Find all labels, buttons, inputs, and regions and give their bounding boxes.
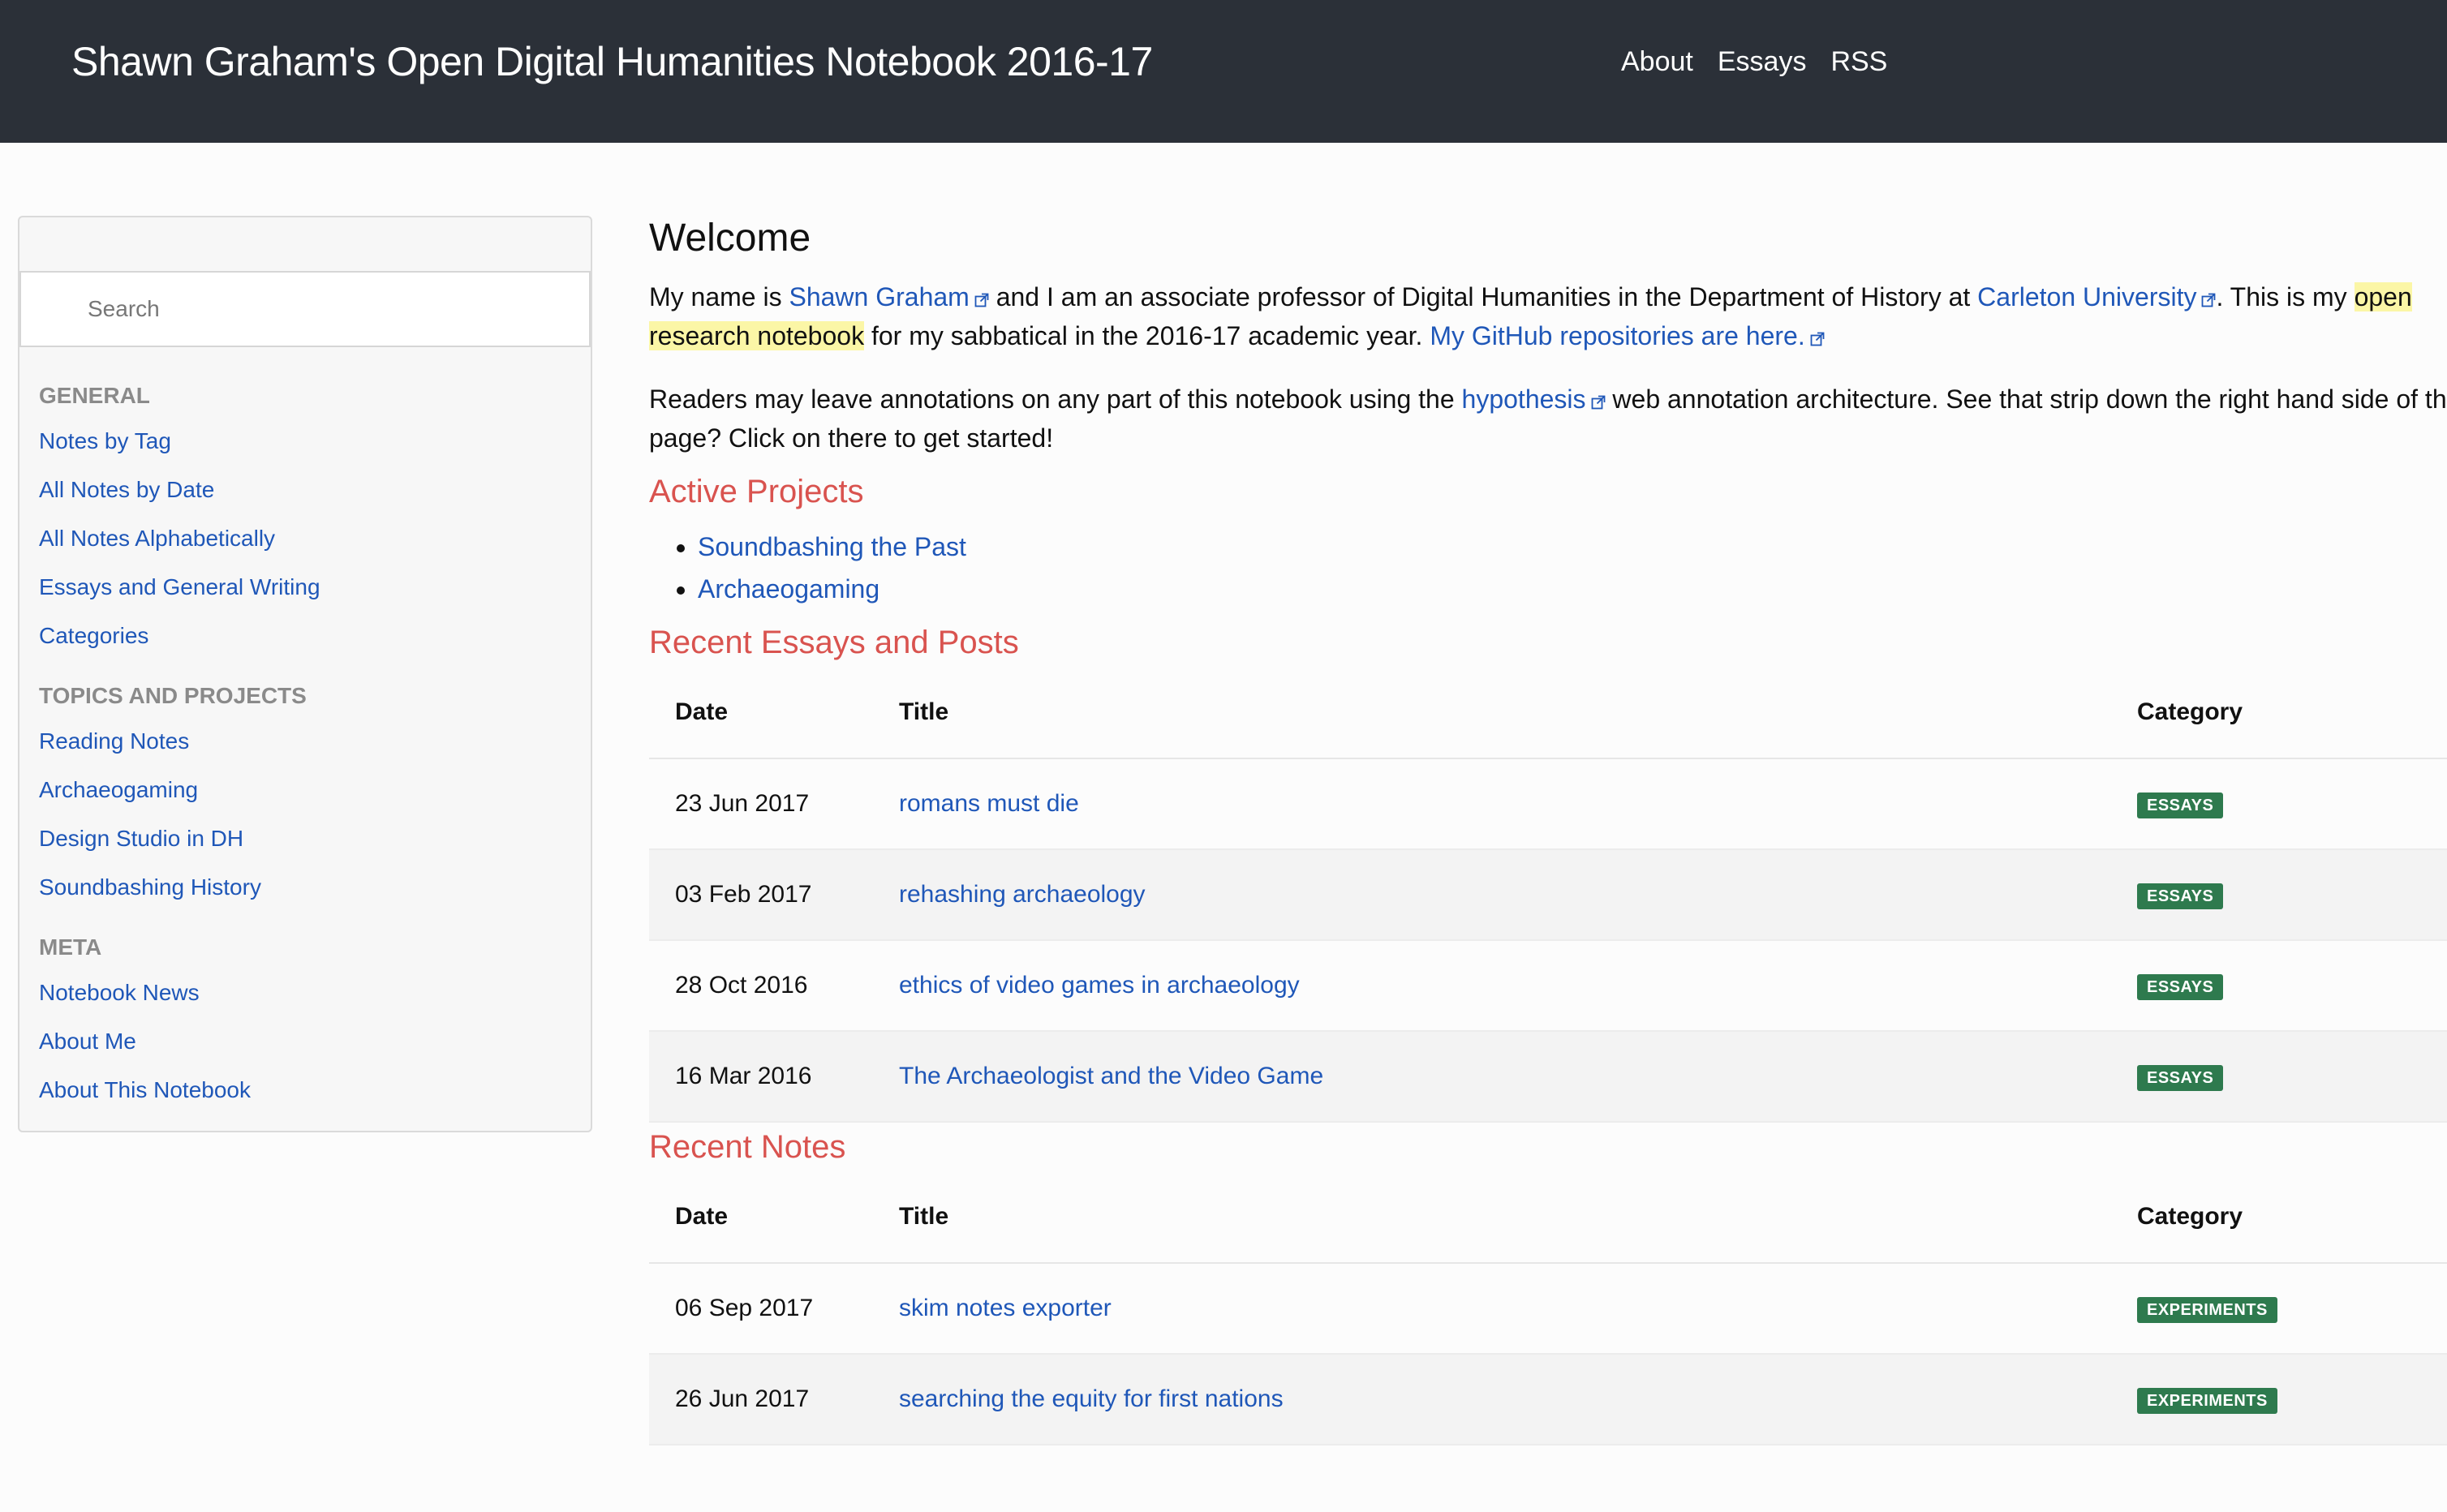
post-date: 23 Jun 2017	[649, 758, 873, 850]
category-badge[interactable]: EXPERIMENTS	[2137, 1388, 2277, 1414]
column-header-date: Date	[649, 667, 873, 759]
post-date: 16 Mar 2016	[649, 1031, 873, 1123]
sidebar-item-all-notes-alphabetically[interactable]: All Notes Alphabetically	[39, 522, 574, 555]
site-title[interactable]: Shawn Graham's Open Digital Humanities N…	[71, 36, 1153, 88]
post-date: 03 Feb 2017	[649, 849, 873, 941]
sidebar-section-header: GENERAL	[39, 383, 150, 408]
post-title-link[interactable]: The Archaeologist and the Video Game	[899, 1063, 1323, 1089]
column-header-title: Title	[873, 1171, 2111, 1264]
external-link-icon	[974, 293, 989, 307]
annotation-paragraph-line-2: page? Click on there to get started!	[649, 423, 1054, 453]
sidebar-item-essays-and-general-writing[interactable]: Essays and General Writing	[39, 571, 574, 604]
note-title-link[interactable]: searching the equity for first nations	[899, 1385, 1284, 1412]
nav-links: About Essays RSS	[1621, 42, 1887, 81]
sidebar-item-design-studio-in-dh[interactable]: Design Studio in DH	[39, 823, 574, 855]
recent-notes-heading: Recent Notes	[649, 1129, 846, 1165]
search-input[interactable]	[21, 273, 589, 346]
sidebar-item-categories[interactable]: Categories	[39, 620, 574, 652]
table-row: 26 Jun 2017 searching the equity for fir…	[649, 1354, 2447, 1445]
recent-essays-table: Date Title Category 23 Jun 2017 romans m…	[649, 667, 2447, 1123]
search-box	[19, 271, 591, 347]
post-title-link[interactable]: romans must die	[899, 790, 1079, 817]
sidebar-item-notes-by-tag[interactable]: Notes by Tag	[39, 425, 574, 457]
recent-notes-table: Date Title Category 06 Sep 2017 skim not…	[649, 1171, 2447, 1445]
category-badge[interactable]: ESSAYS	[2137, 883, 2224, 909]
note-title-link[interactable]: skim notes exporter	[899, 1295, 1112, 1321]
nav-link-rss[interactable]: RSS	[1830, 42, 1887, 81]
table-header-row: Date Title Category	[649, 1171, 2447, 1264]
nav-link-essays[interactable]: Essays	[1718, 42, 1807, 81]
table-row: 23 Jun 2017 romans must die ESSAYS	[649, 758, 2447, 850]
hypothesis-link[interactable]: hypothesis	[1462, 384, 1606, 414]
external-link-icon	[1810, 332, 1825, 346]
category-badge[interactable]: EXPERIMENTS	[2137, 1297, 2277, 1323]
highlighted-text: open	[2354, 282, 2412, 311]
sidebar-item-about-me[interactable]: About Me	[39, 1025, 574, 1058]
active-projects-list: Soundbashing the Past Archaeogaming	[649, 526, 2447, 610]
sidebar-item-reading-notes[interactable]: Reading Notes	[39, 725, 574, 758]
project-link-archaeogaming[interactable]: Archaeogaming	[698, 574, 879, 604]
category-badge[interactable]: ESSAYS	[2137, 1065, 2224, 1091]
sidebar-section-header: TOPICS AND PROJECTS	[39, 683, 307, 708]
sidebar-item-all-notes-by-date[interactable]: All Notes by Date	[39, 474, 574, 506]
column-header-date: Date	[649, 1171, 873, 1264]
intro-paragraph: My name is Shawn Graham and I am an asso…	[649, 282, 2412, 311]
sidebar-item-about-this-notebook[interactable]: About This Notebook	[39, 1074, 574, 1106]
column-header-title: Title	[873, 667, 2111, 759]
external-link-icon	[1591, 395, 1605, 410]
column-header-category: Category	[2111, 667, 2447, 759]
external-link-icon	[2202, 293, 2216, 307]
sidebar-item-soundbashing-history[interactable]: Soundbashing History	[39, 871, 574, 904]
note-date: 06 Sep 2017	[649, 1263, 873, 1355]
note-date: 26 Jun 2017	[649, 1354, 873, 1445]
project-link-soundbashing[interactable]: Soundbashing the Past	[698, 532, 966, 561]
github-repositories-link[interactable]: My GitHub repositories are here.	[1430, 321, 1825, 350]
sidebar: GENERAL Notes by Tag All Notes by Date A…	[18, 216, 592, 1132]
table-row: 16 Mar 2016 The Archaeologist and the Vi…	[649, 1031, 2447, 1123]
list-item: Soundbashing the Past	[698, 526, 2447, 568]
table-row: 03 Feb 2017 rehashing archaeology ESSAYS	[649, 849, 2447, 941]
column-header-category: Category	[2111, 1171, 2447, 1264]
nav-link-about[interactable]: About	[1621, 42, 1693, 81]
category-badge[interactable]: ESSAYS	[2137, 793, 2224, 818]
carleton-university-link[interactable]: Carleton University	[1977, 282, 2216, 311]
post-title-link[interactable]: ethics of video games in archaeology	[899, 972, 1300, 999]
table-header-row: Date Title Category	[649, 667, 2447, 759]
intro-paragraph-line-2: research notebook for my sabbatical in t…	[649, 316, 2447, 355]
recent-essays-heading: Recent Essays and Posts	[649, 625, 1019, 660]
list-item: Archaeogaming	[698, 568, 2447, 610]
table-row: 28 Oct 2016 ethics of video games in arc…	[649, 940, 2447, 1032]
main-content: Welcome My name is Shawn Graham and I am…	[649, 209, 2447, 1445]
table-row: 06 Sep 2017 skim notes exporter EXPERIME…	[649, 1263, 2447, 1355]
post-title-link[interactable]: rehashing archaeology	[899, 881, 1146, 908]
active-projects-heading: Active Projects	[649, 474, 864, 509]
page-title: Welcome	[649, 217, 811, 260]
shawn-graham-link[interactable]: Shawn Graham	[789, 282, 989, 311]
top-navbar: Shawn Graham's Open Digital Humanities N…	[0, 0, 2447, 143]
post-date: 28 Oct 2016	[649, 940, 873, 1032]
annotation-paragraph: Readers may leave annotations on any par…	[649, 384, 2447, 414]
sidebar-item-notebook-news[interactable]: Notebook News	[39, 977, 574, 1009]
sidebar-nav: GENERAL Notes by Tag All Notes by Date A…	[39, 380, 574, 1123]
highlighted-text: research notebook	[649, 321, 865, 350]
category-badge[interactable]: ESSAYS	[2137, 974, 2224, 1000]
sidebar-item-archaeogaming[interactable]: Archaeogaming	[39, 774, 574, 806]
sidebar-section-header: META	[39, 934, 102, 960]
